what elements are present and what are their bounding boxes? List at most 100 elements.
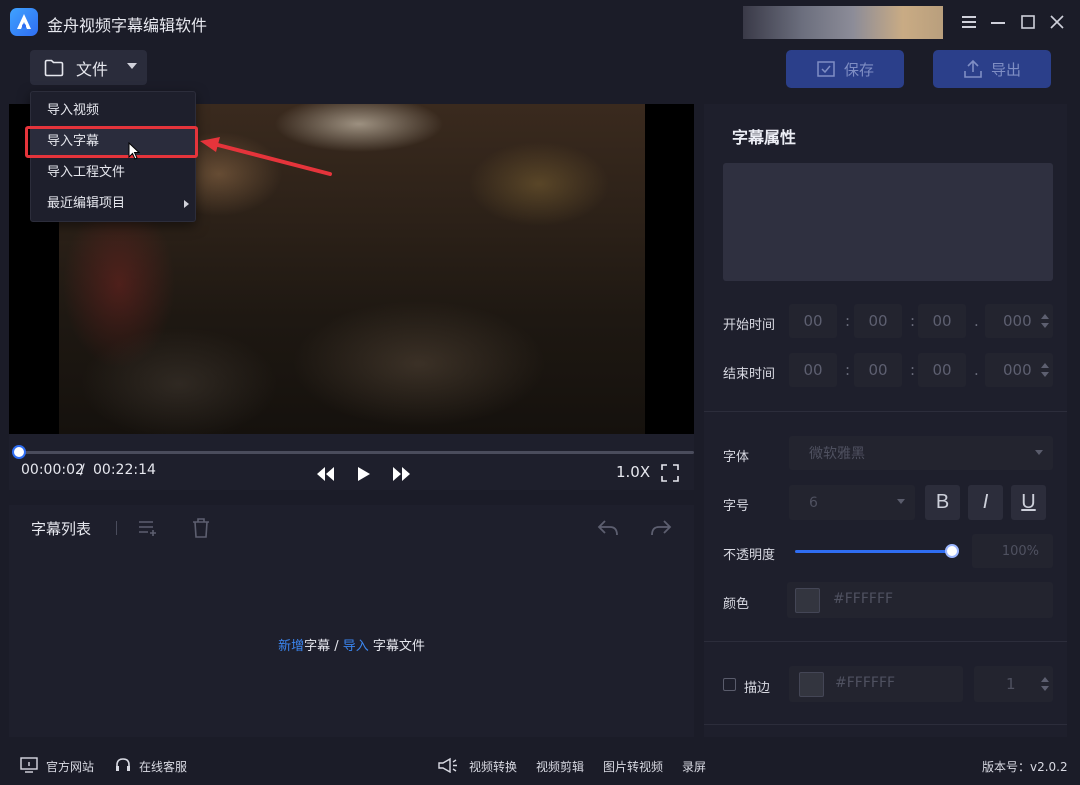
folder-icon bbox=[44, 59, 64, 76]
opacity-slider-handle[interactable] bbox=[945, 544, 959, 558]
menu-item-recent-projects[interactable]: 最近编辑项目 bbox=[31, 189, 197, 219]
bold-button[interactable]: B bbox=[925, 485, 960, 520]
end-minutes-field[interactable]: 00 bbox=[854, 353, 902, 387]
opacity-value-field[interactable]: 100% bbox=[972, 534, 1053, 568]
seek-bar[interactable] bbox=[19, 451, 694, 454]
empty-hint: 新增字幕 / 导入 字幕文件 bbox=[9, 635, 694, 654]
version-label: 版本号：v2.0.2 bbox=[982, 760, 1068, 774]
stroke-checkbox[interactable] bbox=[723, 678, 736, 691]
export-button[interactable]: 导出 bbox=[933, 50, 1051, 88]
website-link[interactable]: 官方网站 bbox=[46, 758, 94, 775]
save-label: 保存 bbox=[843, 60, 874, 79]
underline-button[interactable]: U bbox=[1011, 485, 1046, 520]
start-ms-value: 000 bbox=[1003, 312, 1032, 330]
font-label: 字体 bbox=[723, 450, 750, 465]
file-menu-button[interactable]: 文件 bbox=[30, 50, 147, 85]
subtitle-list-title: 字幕列表 bbox=[31, 520, 92, 538]
megaphone-icon bbox=[438, 757, 457, 773]
chevron-down-icon bbox=[127, 63, 137, 69]
menu-item-label: 导入工程文件 bbox=[47, 165, 126, 180]
italic-button[interactable]: I bbox=[968, 485, 1003, 520]
stroke-width-value: 1 bbox=[1006, 675, 1016, 693]
start-hours-field[interactable]: 00 bbox=[789, 304, 837, 338]
opacity-label: 不透明度 bbox=[723, 548, 776, 563]
redo-icon[interactable] bbox=[650, 517, 672, 539]
end-time-label: 结束时间 bbox=[723, 367, 776, 382]
website-icon bbox=[20, 757, 38, 773]
end-ms-field[interactable]: 000 bbox=[985, 353, 1053, 387]
support-link[interactable]: 在线客服 bbox=[139, 758, 187, 775]
fullscreen-icon[interactable] bbox=[661, 464, 679, 482]
import-subtitle-link[interactable]: 导入 bbox=[343, 639, 369, 654]
stroke-width-field[interactable]: 1 bbox=[974, 666, 1053, 702]
end-seconds-field[interactable]: 00 bbox=[918, 353, 966, 387]
stroke-color-swatch[interactable] bbox=[799, 672, 824, 697]
export-label: 导出 bbox=[990, 60, 1021, 79]
end-hours-field[interactable]: 00 bbox=[789, 353, 837, 387]
user-account-banner[interactable] bbox=[743, 6, 943, 39]
footer-bar: 官方网站 在线客服 视频转换 视频剪辑 图片转视频 录屏 版本号：v2.0.2 bbox=[0, 748, 1080, 785]
add-subtitle-link[interactable]: 新增 bbox=[278, 639, 304, 654]
seek-handle[interactable] bbox=[12, 445, 26, 459]
undo-icon[interactable] bbox=[597, 517, 619, 539]
spinner-icon[interactable] bbox=[1041, 675, 1049, 693]
chevron-down-icon bbox=[897, 499, 905, 504]
end-ms-value: 000 bbox=[1003, 361, 1032, 379]
colon: : bbox=[845, 361, 851, 379]
color-value: #FFFFFF bbox=[833, 591, 894, 607]
start-seconds-field[interactable]: 00 bbox=[918, 304, 966, 338]
font-size-value: 6 bbox=[809, 494, 818, 511]
playback-speed[interactable]: 1.0X bbox=[616, 463, 650, 481]
current-time: 00:00:02 bbox=[21, 462, 84, 478]
video-edit-link[interactable]: 视频剪辑 bbox=[536, 758, 584, 775]
minimize-icon[interactable] bbox=[986, 10, 1010, 34]
chevron-down-icon bbox=[1035, 450, 1043, 455]
start-ms-field[interactable]: 000 bbox=[985, 304, 1053, 338]
font-value: 微软雅黑 bbox=[809, 446, 865, 462]
empty-hint-text-2: 字幕文件 bbox=[368, 639, 425, 654]
colon: : bbox=[845, 312, 851, 330]
video-convert-link[interactable]: 视频转换 bbox=[469, 758, 517, 775]
menu-item-import-video[interactable]: 导入视频 bbox=[31, 96, 197, 126]
colon: : bbox=[910, 361, 916, 379]
maximize-icon[interactable] bbox=[1016, 10, 1040, 34]
divider bbox=[116, 521, 117, 535]
stroke-color-value: #FFFFFF bbox=[835, 675, 896, 691]
fast-forward-icon[interactable] bbox=[391, 464, 413, 484]
close-icon[interactable] bbox=[1045, 10, 1069, 34]
mouse-cursor-icon bbox=[128, 142, 141, 160]
menu-icon[interactable] bbox=[957, 10, 981, 34]
font-size-select[interactable]: 6 bbox=[789, 485, 915, 520]
headset-icon bbox=[116, 758, 130, 771]
subtitle-text-input[interactable] bbox=[723, 163, 1053, 281]
save-button[interactable]: 保存 bbox=[786, 50, 904, 88]
rewind-icon[interactable] bbox=[314, 464, 336, 484]
color-swatch[interactable] bbox=[795, 588, 820, 613]
divider bbox=[704, 724, 1067, 725]
time-separator: / bbox=[80, 462, 85, 478]
divider bbox=[704, 641, 1067, 642]
start-minutes-field[interactable]: 00 bbox=[854, 304, 902, 338]
annotation-arrow-icon bbox=[200, 137, 332, 176]
menu-item-label: 导入视频 bbox=[47, 103, 100, 118]
spinner-icon[interactable] bbox=[1041, 361, 1049, 379]
play-icon[interactable] bbox=[354, 464, 374, 484]
stroke-color-picker[interactable]: #FFFFFF bbox=[789, 666, 963, 702]
export-icon bbox=[964, 59, 982, 78]
font-select[interactable]: 微软雅黑 bbox=[789, 436, 1053, 470]
delete-icon[interactable] bbox=[190, 517, 212, 539]
image-to-video-link[interactable]: 图片转视频 bbox=[603, 758, 663, 775]
subtitle-properties-panel: 字幕属性 开始时间 00 : 00 : 00 . 000 结束时间 00 : 0… bbox=[704, 104, 1067, 737]
spinner-icon[interactable] bbox=[1041, 312, 1049, 330]
add-subtitle-icon[interactable] bbox=[137, 517, 159, 539]
colon: : bbox=[910, 312, 916, 330]
app-title: 金舟视频字幕编辑软件 bbox=[47, 16, 208, 35]
opacity-slider-track[interactable] bbox=[795, 550, 952, 553]
menu-item-import-project[interactable]: 导入工程文件 bbox=[31, 158, 197, 188]
screen-record-link[interactable]: 录屏 bbox=[682, 758, 706, 775]
empty-hint-text-1: 字幕 / bbox=[304, 639, 343, 654]
dot: . bbox=[974, 312, 979, 330]
dot: . bbox=[974, 361, 979, 379]
properties-title: 字幕属性 bbox=[732, 128, 797, 147]
color-picker[interactable]: #FFFFFF bbox=[787, 582, 1053, 618]
